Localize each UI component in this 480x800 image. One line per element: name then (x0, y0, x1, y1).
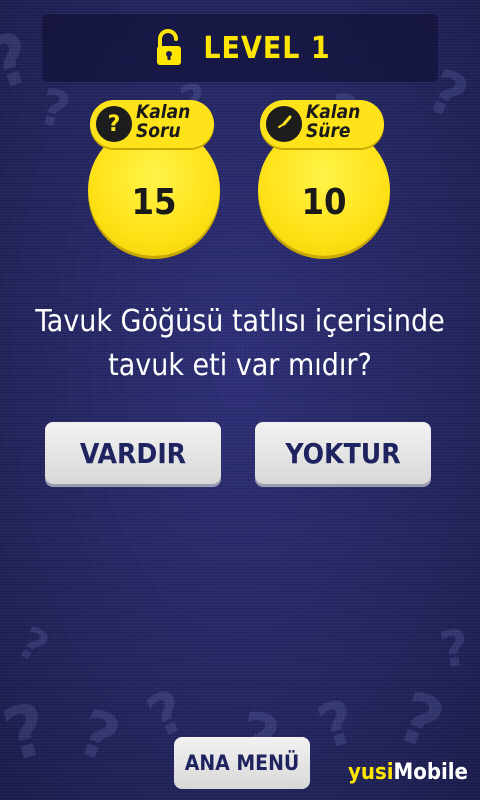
question-text: Tavuk Göğüsü tatlısı içerisinde tavuk et… (10, 300, 470, 388)
remaining-time-value: 10 (301, 182, 347, 223)
question-mark-icon: ? (96, 106, 132, 142)
level-title: LEVEL 1 (203, 30, 331, 66)
brand-logo-part2: Mobile (393, 760, 468, 785)
question-line-1: Tavuk Göğüsü tatlısı içerisinde (35, 304, 445, 339)
background-question-mark-icon: ? (0, 686, 57, 778)
question-line-2: tavuk eti var mıdır? (108, 348, 372, 383)
background-question-mark-icon: ? (310, 686, 365, 764)
answer-no-button[interactable]: YOKTUR (255, 422, 431, 484)
background-question-mark-icon: ? (32, 77, 77, 141)
remaining-questions-counter: ? Kalan Soru 15 (88, 100, 220, 256)
background-question-mark-icon: ? (68, 695, 129, 779)
level-header: LEVEL 1 (42, 14, 438, 82)
clock-icon (266, 106, 302, 142)
unlocked-padlock-icon (149, 28, 189, 68)
background-question-mark-icon: ? (386, 675, 455, 767)
remaining-questions-label: Kalan Soru (136, 101, 191, 142)
remaining-time-label: Kalan Süre (306, 101, 361, 142)
brand-logo-part1: yusi (347, 760, 394, 785)
remaining-questions-value: 15 (131, 182, 177, 223)
remaining-time-badge: Kalan Süre (260, 100, 384, 148)
background-question-mark-icon: ? (0, 15, 44, 107)
remaining-time-counter: Kalan Süre 10 (258, 100, 390, 256)
brand-logo: yusiMobile (348, 760, 468, 785)
remaining-questions-badge: ? Kalan Soru (90, 100, 214, 148)
main-menu-button[interactable]: ANA MENÜ (174, 737, 310, 789)
answer-yes-button[interactable]: VARDIR (45, 422, 221, 484)
background-question-mark-icon: ? (8, 617, 57, 674)
background-question-mark-icon: ? (436, 618, 473, 680)
